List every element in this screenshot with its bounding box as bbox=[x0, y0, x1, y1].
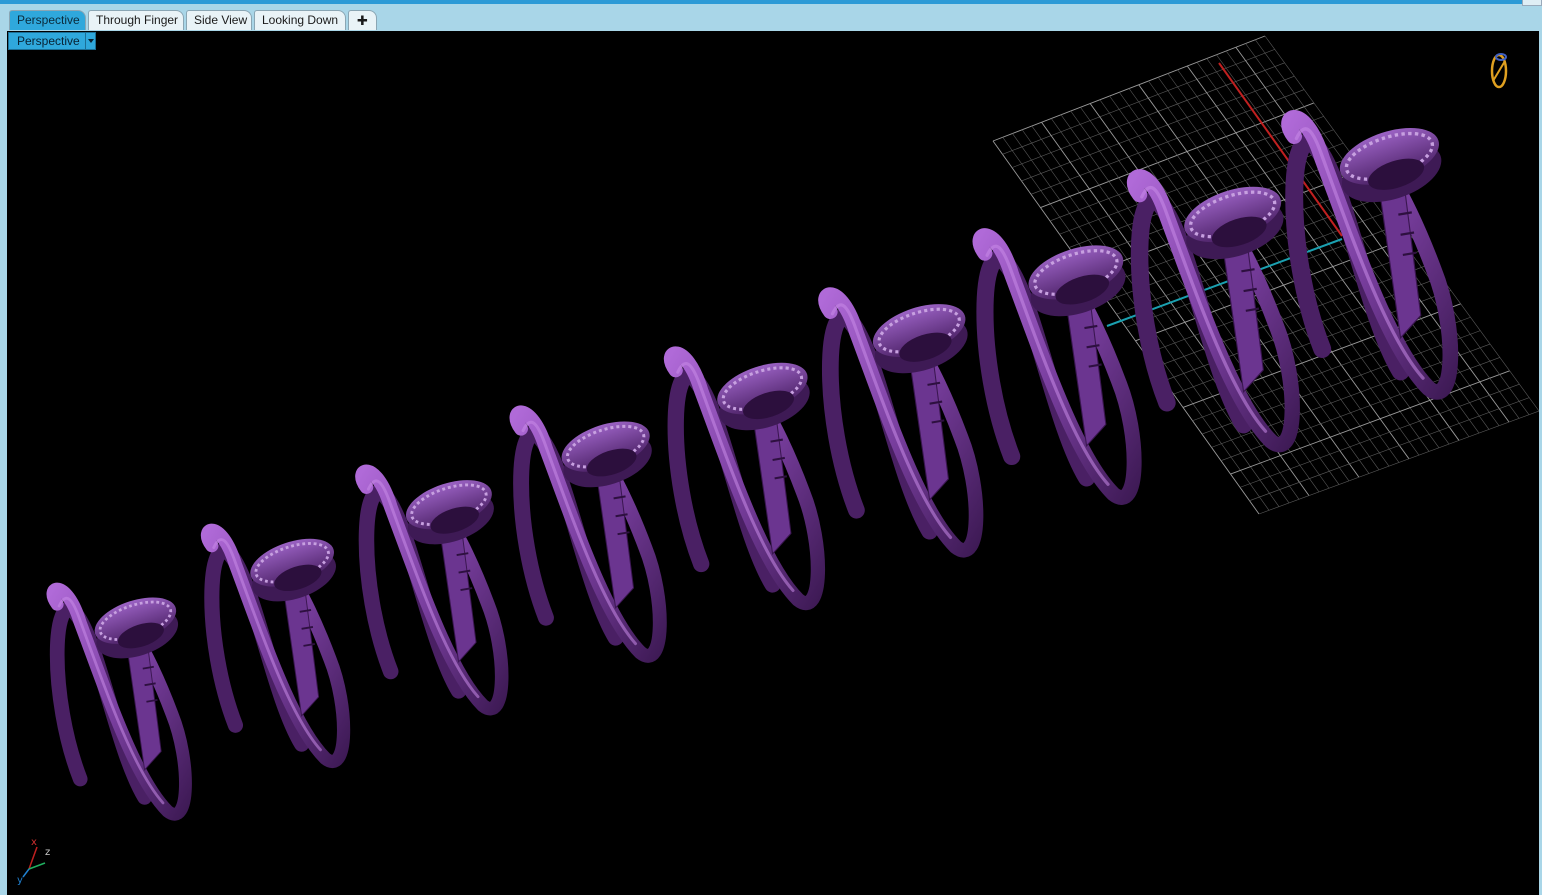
nail-ring[interactable] bbox=[509, 405, 667, 663]
nail-ring[interactable] bbox=[972, 228, 1142, 505]
plus-icon: ✚ bbox=[357, 13, 368, 28]
tab-looking-down[interactable]: Looking Down bbox=[254, 10, 346, 30]
add-tab-button[interactable]: ✚ bbox=[348, 10, 377, 30]
tab-side-view[interactable]: Side View bbox=[186, 10, 252, 30]
viewport-menu-dropdown[interactable] bbox=[85, 32, 96, 50]
perspective-viewport[interactable]: x z y Perspective bbox=[7, 31, 1539, 895]
viewport-title-button[interactable]: Perspective bbox=[8, 32, 86, 50]
grid-line bbox=[1230, 370, 1510, 475]
orientation-gizmo-icon[interactable] bbox=[1490, 53, 1508, 89]
title-accent-bar bbox=[0, 0, 1542, 4]
axis-indicator: x z y bbox=[17, 837, 50, 886]
nail-ring[interactable] bbox=[200, 523, 351, 768]
nail-ring[interactable] bbox=[663, 346, 826, 610]
app-window: Perspective Through Finger Side View Loo… bbox=[0, 0, 1542, 895]
axis-z-label: z bbox=[45, 847, 50, 858]
ring-array[interactable] bbox=[46, 110, 1459, 821]
nail-ring[interactable] bbox=[355, 464, 509, 716]
tab-perspective[interactable]: Perspective bbox=[9, 10, 86, 30]
nail-ring[interactable] bbox=[818, 287, 984, 558]
grid-line bbox=[1220, 357, 1500, 461]
scene-canvas[interactable]: x z y bbox=[7, 31, 1539, 895]
window-corner-control[interactable] bbox=[1522, 0, 1542, 6]
grid-line bbox=[1235, 46, 1510, 423]
nail-ring[interactable] bbox=[46, 582, 192, 821]
tab-through-finger[interactable]: Through Finger bbox=[88, 10, 184, 30]
axis-y-label: y bbox=[17, 875, 23, 886]
axis-x-label: x bbox=[31, 837, 37, 848]
grid-line bbox=[1258, 410, 1539, 515]
